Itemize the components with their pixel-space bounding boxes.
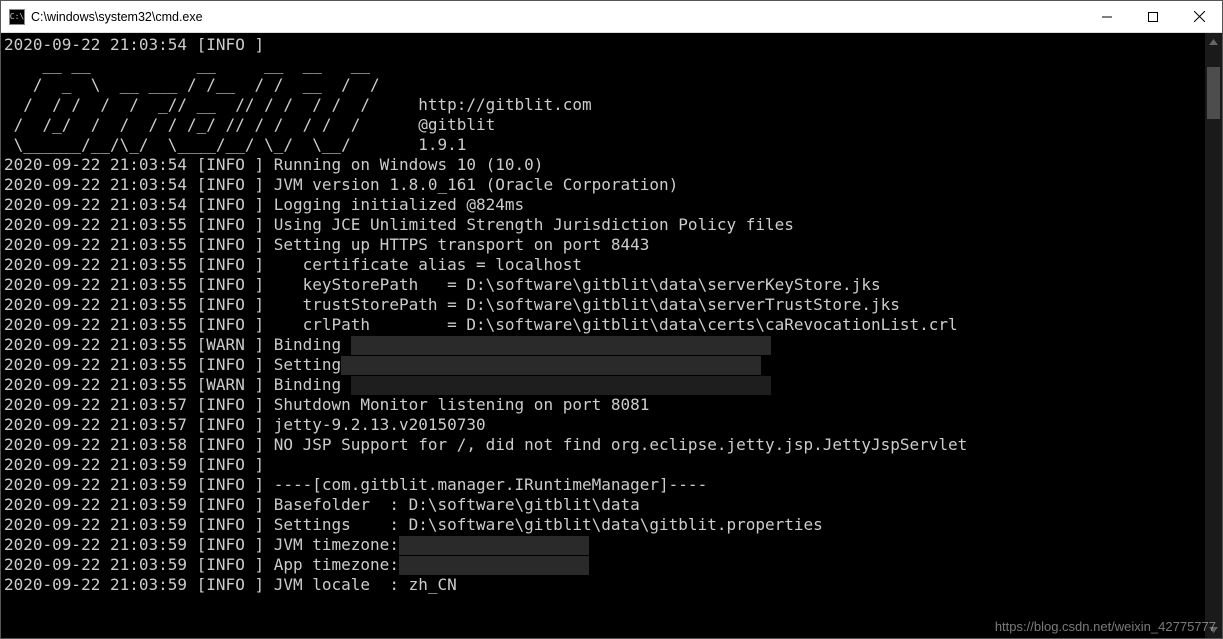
cmd-window: C:\ C:\windows\system32\cmd.exe 2020-09-…: [0, 0, 1223, 639]
scroll-thumb[interactable]: [1207, 67, 1220, 119]
titlebar[interactable]: C:\ C:\windows\system32\cmd.exe: [1, 1, 1222, 33]
scroll-down-arrow-icon[interactable]: [1205, 621, 1222, 638]
window-title: C:\windows\system32\cmd.exe: [31, 10, 203, 24]
maximize-button[interactable]: [1130, 1, 1176, 32]
console-area: 2020-09-22 21:03:54 [INFO ] __ __ __ __ …: [1, 33, 1222, 638]
scrollbar[interactable]: [1205, 33, 1222, 638]
minimize-button[interactable]: [1084, 1, 1130, 32]
close-icon: [1194, 11, 1205, 22]
scroll-up-arrow-icon[interactable]: [1205, 33, 1222, 50]
scroll-track[interactable]: [1205, 50, 1222, 621]
console-output[interactable]: 2020-09-22 21:03:54 [INFO ] __ __ __ __ …: [1, 33, 1205, 638]
minimize-icon: [1102, 12, 1112, 22]
close-button[interactable]: [1176, 1, 1222, 32]
maximize-icon: [1148, 12, 1158, 22]
cmd-icon: C:\: [9, 9, 25, 25]
